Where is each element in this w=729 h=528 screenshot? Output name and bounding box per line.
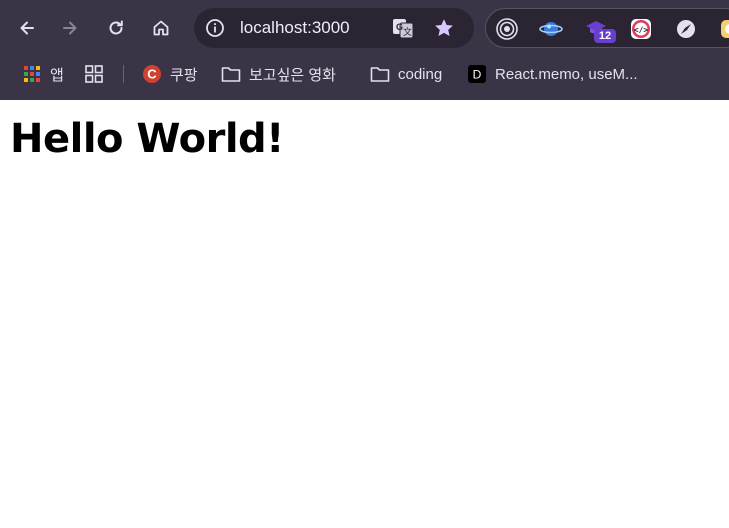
graduation-extension-icon[interactable]: 12 — [584, 17, 616, 43]
svg-text:</>: </> — [634, 26, 649, 35]
site-info-icon[interactable] — [204, 17, 226, 39]
page-content: Hello World! — [0, 100, 729, 528]
browser-chrome: localhost:3000 G 文 12 </> 앱 C 쿠팡 보고싶은 영화… — [0, 0, 729, 100]
browser-toolbar: localhost:3000 G 文 12 </> — [0, 0, 729, 56]
apps-grid-icon — [22, 64, 42, 84]
extensions-area: 12 </> — [485, 8, 729, 48]
folder-icon — [221, 64, 241, 84]
page-heading: Hello World! — [10, 116, 284, 162]
bookmark-tab-groups[interactable] — [84, 62, 112, 86]
target-extension-icon[interactable] — [495, 17, 519, 41]
bookmark-label: React.memo, useM... — [495, 65, 638, 83]
bookmark-folder-coding[interactable]: coding — [370, 62, 442, 86]
svg-text:C: C — [147, 67, 157, 82]
code-extension-icon[interactable]: </> — [629, 17, 653, 41]
url-text[interactable]: localhost:3000 — [240, 18, 350, 38]
address-bar[interactable]: localhost:3000 G 文 — [194, 8, 474, 48]
bookmarks-bar: 앱 C 쿠팡 보고싶은 영화 coding D React.memo, useM… — [0, 56, 729, 92]
arrow-right-icon — [63, 21, 77, 35]
svg-text:G: G — [396, 22, 403, 32]
bookmarks-separator — [123, 65, 124, 83]
back-button[interactable] — [11, 12, 43, 44]
bookmark-label: 앱 — [50, 66, 64, 84]
bookmark-folder-movies[interactable]: 보고싶은 영화 — [221, 62, 336, 86]
tab-groups-icon — [84, 64, 104, 84]
translate-icon[interactable]: G 文 — [392, 17, 414, 39]
bookmark-apps[interactable]: 앱 — [22, 62, 64, 86]
home-button[interactable] — [145, 12, 177, 44]
reload-icon — [109, 20, 123, 35]
coupang-favicon: C — [142, 64, 162, 84]
extension-badge: 12 — [594, 29, 616, 43]
dev-favicon: D — [467, 64, 487, 84]
bookmark-label: coding — [398, 65, 443, 83]
planet-extension-icon[interactable] — [539, 17, 563, 41]
yellow-extension-icon[interactable] — [718, 17, 729, 41]
svg-text:文: 文 — [403, 26, 412, 38]
arrow-left-icon — [20, 21, 34, 35]
home-icon — [153, 20, 169, 36]
bookmark-star-icon[interactable] — [432, 16, 456, 40]
bookmark-label: 쿠팡 — [170, 66, 198, 84]
folder-icon — [370, 64, 390, 84]
compass-extension-icon[interactable] — [674, 17, 698, 41]
bookmark-coupang[interactable]: C 쿠팡 — [142, 62, 198, 86]
svg-text:D: D — [473, 68, 482, 82]
forward-button[interactable] — [54, 12, 86, 44]
reload-button[interactable] — [100, 12, 132, 44]
bookmark-react-memo[interactable]: D React.memo, useM... — [467, 62, 638, 86]
bookmark-label: 보고싶은 영화 — [249, 66, 336, 84]
